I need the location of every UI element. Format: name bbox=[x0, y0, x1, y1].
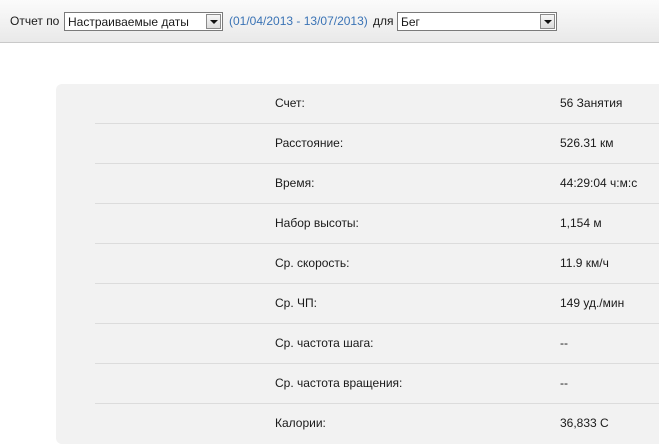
stat-label: Расстояние: bbox=[275, 136, 344, 150]
stat-row-calories: Калории: 36,833 С bbox=[95, 404, 659, 444]
stat-row-avg-speed: Ср. скорость: 11.9 км/ч bbox=[95, 244, 659, 284]
report-by-label: Отчет по bbox=[10, 14, 60, 28]
stat-value: 11.9 км/ч bbox=[560, 256, 609, 270]
activity-select-value: Бег bbox=[401, 15, 420, 29]
summary-stats-panel: Счет: 56 Занятия Расстояние: 526.31 км В… bbox=[56, 84, 659, 444]
stat-row-avg-run-cadence: Ср. частота шага: -- bbox=[95, 324, 659, 364]
stat-value: 526.31 км bbox=[560, 136, 614, 150]
stat-label: Калории: bbox=[275, 416, 326, 430]
stat-label: Ср. частота шага: bbox=[275, 336, 374, 350]
stat-label: Набор высоты: bbox=[275, 216, 359, 230]
stat-value: -- bbox=[560, 376, 568, 390]
activity-select[interactable]: Бег bbox=[397, 12, 557, 31]
stat-label: Счет: bbox=[275, 96, 305, 110]
stat-value: 36,833 С bbox=[560, 416, 609, 430]
stat-row-avg-heart-rate: Ср. ЧП: 149 уд./мин bbox=[95, 284, 659, 324]
stat-row-avg-bike-cadence: Ср. частота вращения: -- bbox=[95, 364, 659, 404]
date-range-link[interactable]: (01/04/2013 - 13/07/2013) bbox=[229, 14, 368, 28]
stat-row-distance: Расстояние: 526.31 км bbox=[95, 124, 659, 164]
stat-label: Ср. скорость: bbox=[275, 256, 350, 270]
chevron-down-icon[interactable] bbox=[206, 14, 221, 29]
report-toolbar: Отчет по Настраиваемые даты (01/04/2013 … bbox=[0, 0, 659, 43]
stat-value: -- bbox=[560, 336, 568, 350]
stat-row-count: Счет: 56 Занятия bbox=[95, 84, 659, 124]
stat-row-elevation-gain: Набор высоты: 1,154 м bbox=[95, 204, 659, 244]
period-select[interactable]: Настраиваемые даты bbox=[64, 12, 223, 31]
stat-value: 44:29:04 ч:м:с bbox=[560, 176, 638, 190]
stat-value: 1,154 м bbox=[560, 216, 602, 230]
for-label: для bbox=[373, 14, 394, 28]
stat-label: Ср. ЧП: bbox=[275, 296, 317, 310]
stat-value: 149 уд./мин bbox=[560, 296, 625, 310]
stat-row-time: Время: 44:29:04 ч:м:с bbox=[95, 164, 659, 204]
stat-label: Ср. частота вращения: bbox=[275, 376, 403, 390]
stat-value: 56 Занятия bbox=[560, 96, 623, 110]
chevron-down-icon[interactable] bbox=[540, 14, 555, 29]
stat-label: Время: bbox=[275, 176, 315, 190]
period-select-value: Настраиваемые даты bbox=[68, 15, 189, 29]
